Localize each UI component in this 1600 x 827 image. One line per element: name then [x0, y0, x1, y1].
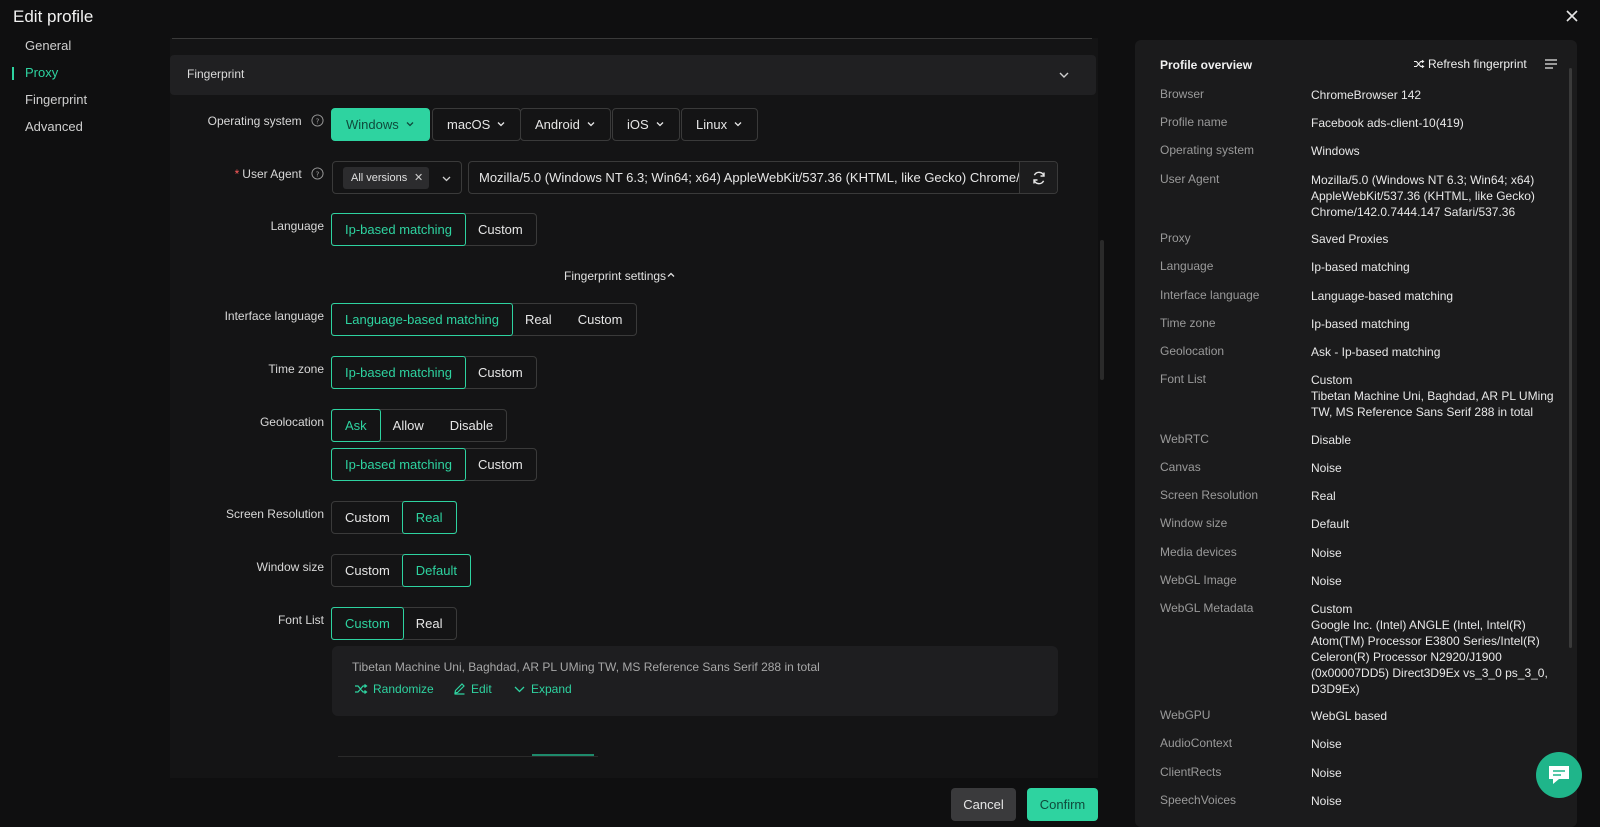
language-option-custom[interactable]: Custom — [465, 214, 536, 245]
help-icon[interactable]: ? — [311, 167, 324, 180]
font-list-option-custom[interactable]: Custom — [331, 607, 404, 640]
overview-scrollbar[interactable] — [1569, 68, 1572, 648]
nav-item-general[interactable]: General — [0, 36, 160, 63]
time-zone-option-ip[interactable]: Ip-based matching — [331, 356, 466, 389]
font-list-segmented: Custom Real — [331, 607, 457, 640]
left-nav: General Proxy Fingerprint Advanced — [0, 36, 160, 144]
os-option-macos[interactable]: macOS — [432, 108, 522, 141]
font-list-box: Tibetan Machine Uni, Baghdad, AR PL UMin… — [332, 646, 1058, 716]
shuffle-icon — [355, 684, 368, 694]
interface-language-segmented: Language-based matching Real Custom — [331, 303, 637, 336]
chevron-down-icon — [406, 122, 414, 127]
nav-item-fingerprint[interactable]: Fingerprint — [0, 90, 160, 117]
geolocation-source-option-ip[interactable]: Ip-based matching — [331, 448, 466, 481]
window-size-label: Window size — [256, 560, 324, 574]
screen-resolution-option-real[interactable]: Real — [401, 501, 457, 534]
divider — [172, 38, 1092, 39]
screen-resolution-label: Screen Resolution — [225, 507, 324, 521]
os-option-linux[interactable]: Linux — [681, 108, 759, 141]
geolocation-label: Geolocation — [259, 415, 324, 429]
chat-support-button[interactable] — [1536, 752, 1582, 798]
chat-icon — [1549, 766, 1569, 784]
overview-title: Profile overview — [1160, 58, 1253, 72]
time-zone-segmented: Ip-based matching Custom — [331, 356, 537, 389]
chevron-down-icon — [1059, 72, 1069, 78]
refresh-icon — [1033, 171, 1045, 185]
screen-resolution-segmented: Custom Real — [331, 501, 457, 534]
language-label: Language — [270, 219, 324, 233]
nav-item-advanced[interactable]: Advanced — [0, 117, 160, 144]
edit-button[interactable]: Edit — [453, 682, 492, 696]
interface-language-option-matching[interactable]: Language-based matching — [331, 303, 513, 336]
close-icon[interactable]: ✕ — [414, 167, 423, 189]
help-icon[interactable]: ? — [311, 114, 324, 127]
fingerprint-section-header[interactable]: Fingerprint — [170, 55, 1096, 95]
os-option-windows[interactable]: Windows — [331, 108, 430, 141]
confirm-button[interactable]: Confirm — [1027, 788, 1098, 821]
section-title: Fingerprint — [187, 67, 245, 81]
font-list-option-real[interactable]: Real — [403, 608, 456, 639]
window-size-segmented: Custom Default — [331, 554, 471, 587]
close-icon[interactable] — [1564, 8, 1580, 24]
chevron-down-icon — [587, 122, 595, 127]
chevron-down-icon — [497, 122, 505, 127]
refresh-fingerprint-button[interactable]: Refresh fingerprint — [1413, 57, 1527, 71]
geolocation-source-option-custom[interactable]: Custom — [465, 449, 536, 480]
dialog-title: Edit profile — [13, 7, 94, 26]
geolocation-mode-segmented: Ask Allow Disable — [331, 409, 508, 442]
chevron-down-icon — [442, 176, 451, 182]
chevron-down-icon — [734, 122, 742, 127]
chevron-down-icon — [656, 122, 664, 127]
os-option-ios[interactable]: iOS — [612, 108, 680, 141]
svg-text:?: ? — [316, 116, 320, 125]
window-size-option-default[interactable]: Default — [401, 554, 471, 587]
expand-button[interactable]: Expand — [513, 682, 572, 696]
language-segmented: Ip-based matching Custom — [331, 213, 537, 246]
randomize-button[interactable]: Randomize — [354, 682, 434, 696]
fingerprint-form: Fingerprint Operating system ? Windows m… — [170, 38, 1098, 778]
edit-icon — [454, 683, 465, 695]
interface-language-option-custom[interactable]: Custom — [565, 304, 636, 335]
font-list-description: Tibetan Machine Uni, Baghdad, AR PL UMin… — [352, 660, 820, 674]
window-size-option-custom[interactable]: Custom — [332, 555, 403, 586]
language-option-ip[interactable]: Ip-based matching — [331, 213, 466, 246]
chevron-up-icon — [667, 272, 675, 277]
time-zone-label: Time zone — [268, 362, 324, 376]
os-option-android[interactable]: Android — [520, 108, 611, 141]
os-label: Operating system — [207, 114, 302, 128]
screen-resolution-option-custom[interactable]: Custom — [332, 502, 403, 533]
svg-text:?: ? — [316, 169, 320, 178]
user-agent-input[interactable]: Mozilla/5.0 (Windows NT 6.3; Win64; x64)… — [468, 161, 1058, 194]
title-bar: Edit profile — [0, 0, 1600, 34]
chevron-down-icon — [514, 686, 525, 693]
profile-overview-panel: Profile overview Refresh fingerprint Bro… — [1135, 40, 1577, 827]
version-tag: All versions ✕ — [343, 167, 430, 189]
geolocation-option-disable[interactable]: Disable — [437, 410, 506, 441]
font-list-label: Font List — [277, 613, 324, 627]
interface-language-option-real[interactable]: Real — [512, 304, 565, 335]
form-scrollbar[interactable] — [1100, 240, 1104, 380]
geolocation-option-allow[interactable]: Allow — [380, 410, 437, 441]
required-marker: * — [234, 167, 240, 181]
divider — [338, 756, 598, 757]
fingerprint-settings-toggle[interactable]: Fingerprint settings — [564, 269, 676, 283]
shuffle-icon — [1414, 59, 1425, 69]
interface-language-label: Interface language — [224, 309, 324, 323]
regenerate-ua-button[interactable] — [1019, 162, 1057, 193]
geolocation-source-segmented: Ip-based matching Custom — [331, 448, 537, 481]
geolocation-option-ask[interactable]: Ask — [331, 409, 381, 442]
list-settings-icon[interactable] — [1544, 58, 1558, 70]
time-zone-option-custom[interactable]: Custom — [465, 357, 536, 388]
user-agent-label: User Agent — [242, 167, 302, 181]
divider-accent — [532, 754, 594, 756]
cancel-button[interactable]: Cancel — [951, 788, 1016, 821]
ua-version-select[interactable]: All versions ✕ — [332, 161, 462, 194]
nav-item-proxy[interactable]: Proxy — [0, 63, 160, 90]
